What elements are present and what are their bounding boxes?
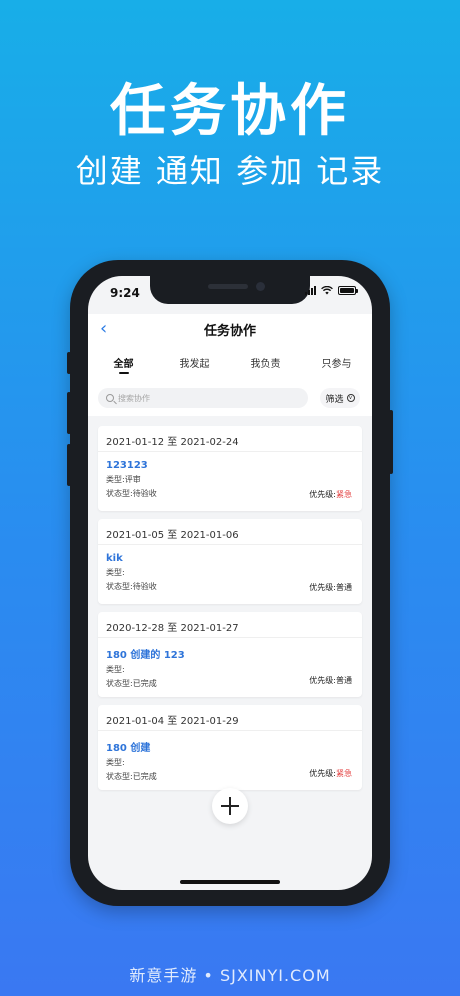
volume-up-button <box>67 392 71 434</box>
search-icon <box>106 394 114 402</box>
task-name[interactable]: 180 创建 <box>106 739 354 754</box>
search-bar: 筛选 v <box>88 380 372 416</box>
task-type: 类型: <box>106 568 125 577</box>
battery-icon <box>338 286 358 295</box>
task-date-range: 2021-01-05 至 2021-01-06 <box>98 519 362 545</box>
phone-frame: 9:24 ‹ 任务协作 全部 我发起 我负责 只参与 搜索协作 筛选 v 202… <box>67 260 393 906</box>
task-type: 类型: <box>106 758 125 767</box>
filter-label: 筛选 <box>325 394 344 405</box>
task-date-range: 2021-01-04 至 2021-01-29 <box>98 705 362 731</box>
task-card[interactable]: 2020-12-28 至 2021-01-27 180 创建的 123 类型: … <box>98 612 362 697</box>
hero-subtitle: 创建 通知 参加 记录 <box>75 152 385 190</box>
add-task-button[interactable] <box>212 788 248 824</box>
task-priority: 优先级:紧急 <box>309 490 352 499</box>
task-card[interactable]: 2021-01-04 至 2021-01-29 180 创建 类型: 状态型:已… <box>98 705 362 790</box>
task-priority: 优先级:普通 <box>309 676 352 685</box>
tab-initiated[interactable]: 我发起 <box>159 346 230 380</box>
task-name[interactable]: kik <box>106 553 354 564</box>
search-input[interactable] <box>118 393 298 403</box>
status-time: 9:24 <box>110 286 140 300</box>
phone-screen: 9:24 ‹ 任务协作 全部 我发起 我负责 只参与 搜索协作 筛选 v 202… <box>88 276 372 890</box>
tab-responsible[interactable]: 我负责 <box>230 346 301 380</box>
power-button <box>389 410 393 474</box>
notch <box>150 276 310 304</box>
page-title: 任务协作 <box>203 324 256 339</box>
task-date-range: 2021-01-12 至 2021-02-24 <box>98 426 362 452</box>
home-indicator <box>180 880 280 884</box>
wifi-icon <box>321 286 333 295</box>
filter-button[interactable]: 筛选 v <box>320 388 360 408</box>
cellular-signal-icon <box>305 286 316 295</box>
nav-bar: ‹ 任务协作 <box>88 314 372 346</box>
task-type: 类型: <box>106 665 125 674</box>
task-type: 类型:评审 <box>106 475 141 484</box>
task-priority: 优先级:普通 <box>309 583 352 592</box>
task-name[interactable]: 123123 <box>106 460 354 471</box>
task-list: 2021-01-12 至 2021-02-24 123123 类型:评审 状态型… <box>98 426 362 798</box>
volume-down-button <box>67 444 71 486</box>
task-name[interactable]: 180 创建的 123 <box>106 646 354 661</box>
chevron-down-icon: v <box>346 394 355 402</box>
search-box[interactable] <box>98 388 308 408</box>
task-date-range: 2020-12-28 至 2021-01-27 <box>98 612 362 638</box>
status-icons <box>305 286 358 295</box>
mute-switch <box>67 352 71 374</box>
tab-all[interactable]: 全部 <box>88 346 159 380</box>
task-priority: 优先级:紧急 <box>309 769 352 778</box>
task-card[interactable]: 2021-01-12 至 2021-02-24 123123 类型:评审 状态型… <box>98 426 362 511</box>
task-card[interactable]: 2021-01-05 至 2021-01-06 kik 类型: 状态型:待验收 … <box>98 519 362 604</box>
watermark: 新意手游 • SJXINYI.COM <box>129 966 331 985</box>
hero-title: 任务协作 <box>110 79 350 144</box>
tab-participating[interactable]: 只参与 <box>301 346 372 380</box>
tab-bar: 全部 我发起 我负责 只参与 <box>88 346 372 380</box>
